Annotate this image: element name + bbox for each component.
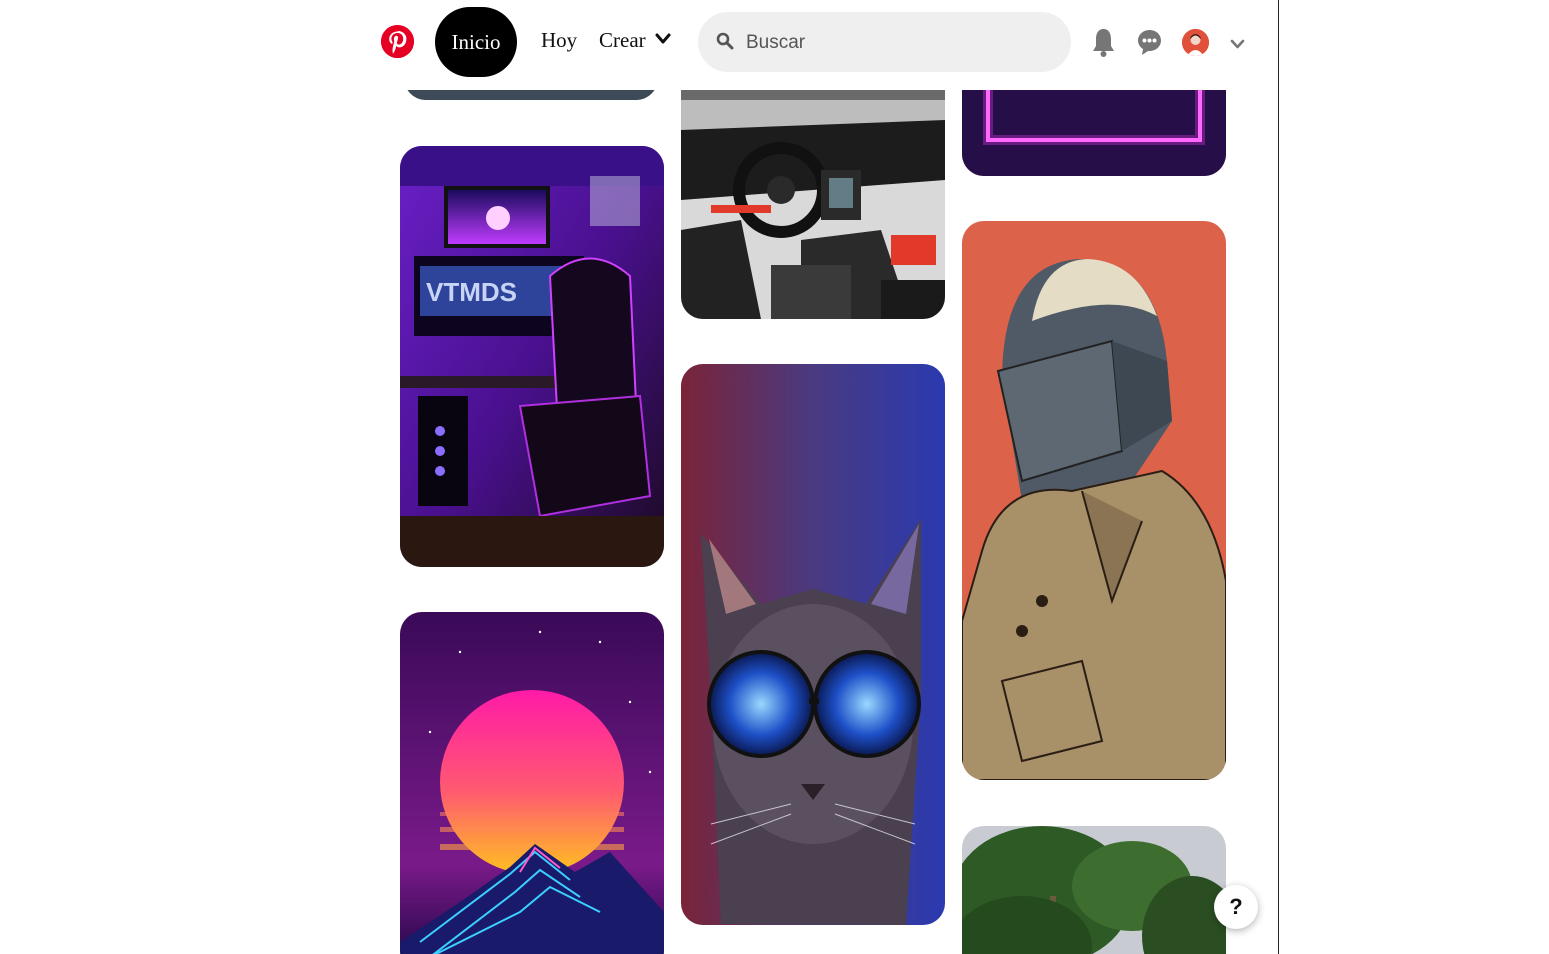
pin-cat-sunglasses[interactable]	[681, 364, 945, 925]
search-bar[interactable]	[698, 12, 1071, 72]
bell-icon[interactable]	[1092, 28, 1115, 63]
pin-trees[interactable]	[962, 826, 1226, 954]
chat-icon[interactable]	[1137, 29, 1162, 61]
pin-gaming-setup[interactable]: VTMDS	[400, 146, 664, 567]
pin-helmet-character[interactable]	[962, 221, 1226, 780]
create-chevron-down-icon[interactable]	[655, 32, 671, 50]
search-icon	[716, 32, 734, 55]
top-navigation-bar: Inicio Hoy Crear	[0, 0, 1278, 90]
pinterest-logo-icon[interactable]	[381, 25, 414, 58]
svg-text:VTMDS: VTMDS	[426, 277, 517, 307]
help-button-label: ?	[1229, 894, 1243, 919]
nav-create-link[interactable]: Crear	[599, 28, 646, 53]
avatar[interactable]	[1182, 29, 1209, 56]
nav-home-button[interactable]: Inicio	[435, 7, 517, 77]
search-input[interactable]	[744, 26, 1048, 60]
nav-today-link[interactable]: Hoy	[541, 28, 577, 53]
pin-synthwave-sunset[interactable]	[400, 612, 664, 954]
nav-home-label: Inicio	[451, 29, 501, 54]
account-chevron-down-icon[interactable]	[1230, 37, 1245, 55]
help-button[interactable]: ?	[1214, 885, 1258, 929]
pinterest-app: VTMDS Inicio Hoy Crear Buscar ?	[0, 0, 1279, 954]
